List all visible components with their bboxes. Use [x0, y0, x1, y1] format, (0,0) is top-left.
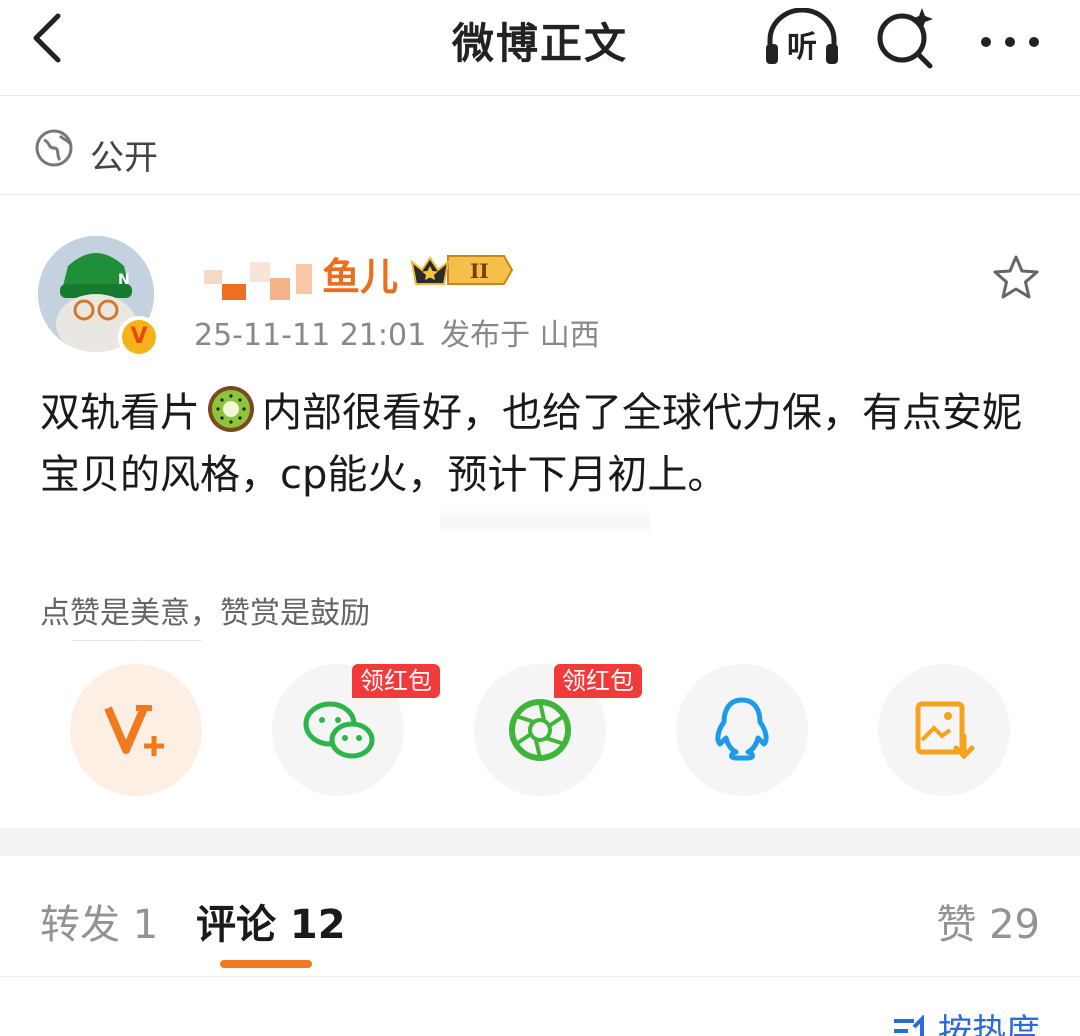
kiwi-icon — [208, 386, 254, 432]
reward-v-plus-button[interactable] — [70, 664, 202, 796]
visibility-bar — [0, 97, 1080, 195]
red-packet-tag-moments: 领红包 — [554, 664, 642, 698]
more-options-icon[interactable] — [972, 8, 1048, 64]
username-mosaic — [204, 262, 312, 300]
visibility-label: 公开 — [90, 138, 158, 178]
v-plus-icon — [104, 705, 164, 756]
post-location: 发布于 山西 — [440, 318, 600, 353]
search-button[interactable] — [872, 4, 938, 70]
username[interactable]: 鱼儿 — [322, 246, 398, 301]
save-image-icon — [915, 701, 975, 760]
reward-caret — [126, 640, 150, 652]
qq-icon — [715, 697, 769, 761]
favorite-star-icon[interactable] — [990, 252, 1042, 304]
post-body: 双轨看片 内部很看好，也给了全球代力保，有点安妮宝贝的风格，cp能火，预计下月初… — [40, 382, 1040, 506]
post-text-part1: 双轨看片 — [40, 390, 200, 436]
moments-icon — [509, 699, 571, 761]
verified-badge: V — [118, 316, 160, 358]
sort-label: 按热度 — [938, 1012, 1040, 1036]
wechat-icon — [303, 701, 375, 759]
blurred-strip — [440, 506, 650, 536]
tab-divider — [0, 976, 1080, 977]
active-tab-indicator — [220, 960, 312, 968]
globe-icon — [35, 129, 73, 167]
reward-text: 点赞是美意，赞赏是鼓励 — [40, 596, 370, 631]
post-timestamp: 25-11-11 21:01 — [194, 318, 427, 353]
level-badge-text: II — [470, 259, 489, 283]
member-crown-icon[interactable]: II — [408, 250, 514, 290]
section-divider — [0, 828, 1080, 856]
sort-by-hot-button[interactable]: 按热度 — [892, 1004, 1040, 1036]
search-sparkle-icon — [877, 8, 933, 69]
svg-text:N: N — [118, 272, 130, 288]
tab-like[interactable]: 赞 29 — [936, 892, 1040, 950]
share-qq-button[interactable] — [676, 664, 808, 796]
listen-button[interactable]: 听 — [762, 7, 842, 68]
red-packet-tag-wechat: 领红包 — [352, 664, 440, 698]
top-nav-bar: 微博正文 听 — [0, 0, 1080, 96]
save-image-button[interactable] — [878, 664, 1010, 796]
tab-comment[interactable]: 评论 12 — [196, 892, 346, 950]
tab-repost[interactable]: 转发 1 — [40, 892, 158, 950]
listen-label: 听 — [787, 30, 817, 65]
sort-icon — [894, 1015, 924, 1036]
post-meta: 25-11-11 21:01 发布于 山西 — [194, 310, 600, 354]
